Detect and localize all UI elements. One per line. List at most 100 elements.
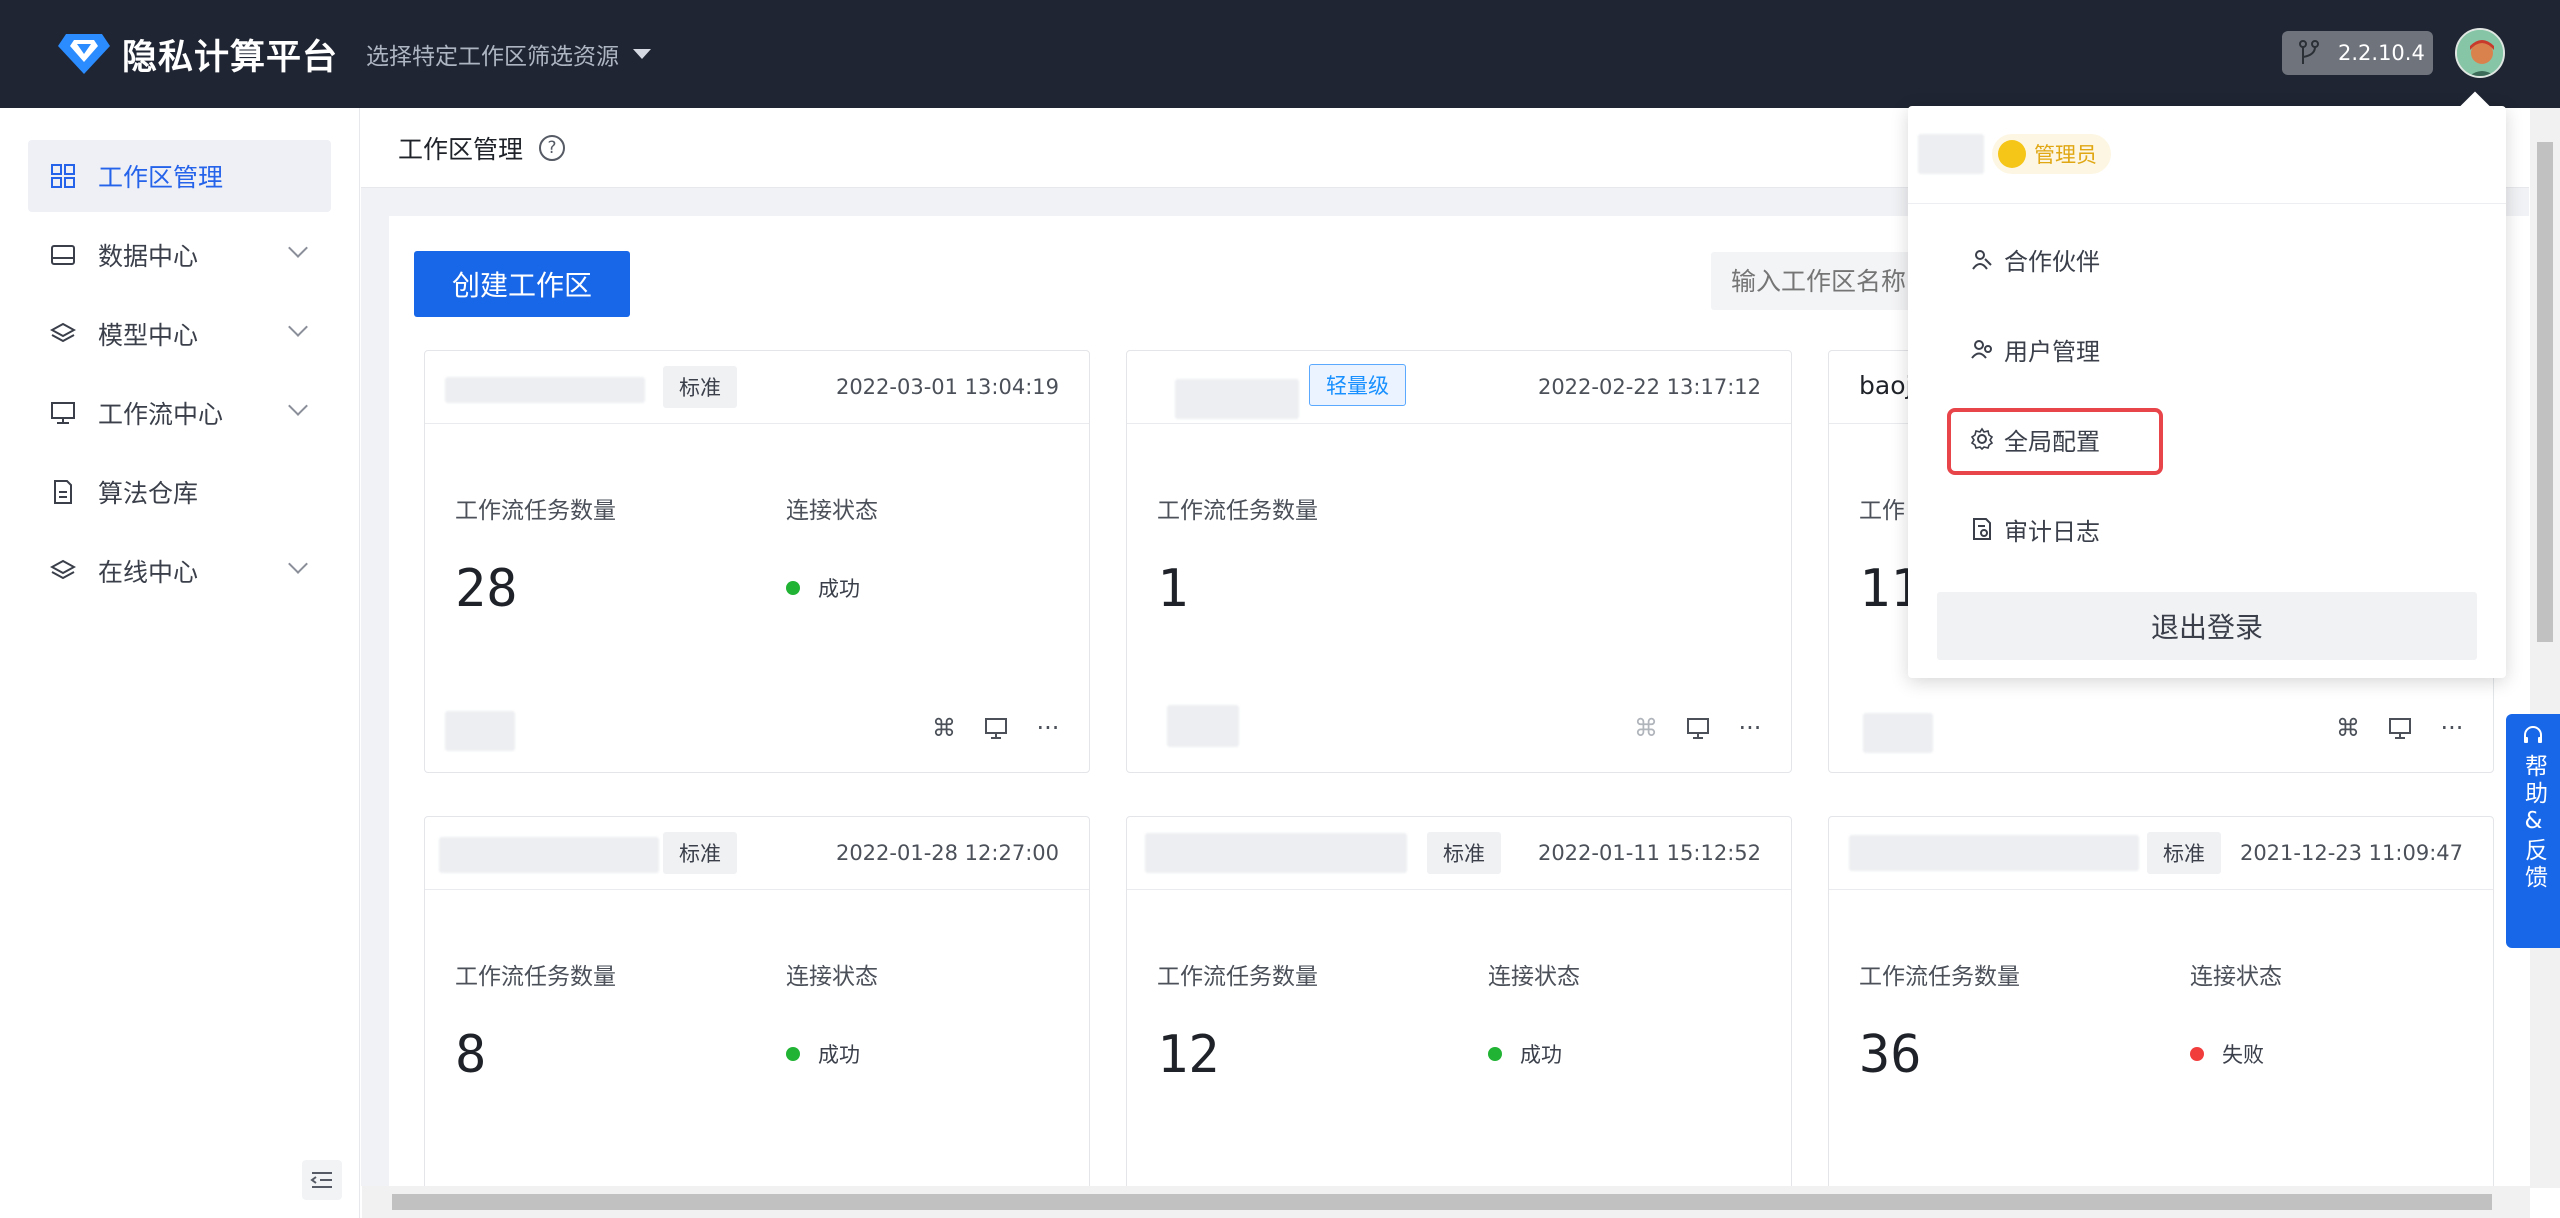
redacted-name	[1145, 833, 1407, 873]
sidebar-item-label: 模型中心	[98, 321, 199, 350]
monitor-icon[interactable]	[983, 715, 1009, 741]
more-icon[interactable]: ···	[2439, 714, 2465, 742]
status-text: 成功	[818, 1043, 860, 1067]
card-header: 标准 2022-01-28 12:27:00	[425, 817, 1089, 890]
workspace-selector[interactable]: 选择特定工作区筛选资源	[366, 37, 652, 71]
admin-role-badge: 管理员	[1992, 134, 2111, 174]
layers-icon	[50, 322, 76, 343]
audit-log-icon	[1973, 518, 1991, 540]
brand[interactable]: 隐私计算平台	[56, 29, 338, 80]
status-text: 成功	[1520, 1043, 1562, 1067]
sidebar-item-label: 在线中心	[98, 558, 199, 587]
chevron-down-icon	[288, 317, 308, 337]
menu-item-audit-log[interactable]: 审计日志	[1970, 501, 2100, 557]
create-workspace-button[interactable]: 创建工作区	[414, 251, 630, 317]
command-icon[interactable]: ⌘	[931, 714, 957, 742]
sidebar-item-workflow-center[interactable]: 工作流中心	[28, 377, 331, 449]
sidebar-item-workspace-management[interactable]: 工作区管理	[28, 140, 331, 212]
connection-status: 成功	[786, 573, 860, 603]
status-text: 成功	[818, 577, 860, 601]
version-badge: 2.2.10.4	[2282, 31, 2433, 75]
grid-icon	[51, 164, 75, 188]
workspace-card[interactable]: 标准 2022-01-11 15:12:52 工作流任务数量 连接状态 12 成…	[1126, 816, 1792, 1186]
monitor-icon[interactable]	[2387, 715, 2413, 741]
collapse-sidebar-button[interactable]	[302, 1160, 342, 1200]
connection-status: 成功	[786, 1039, 860, 1069]
task-count-value: 12	[1157, 1025, 1220, 1085]
command-icon[interactable]: ⌘	[1633, 714, 1659, 742]
sidebar-item-algorithm-repo[interactable]: 算法仓库	[28, 456, 331, 528]
chevron-down-icon	[288, 396, 308, 416]
created-time: 2022-01-11 15:12:52	[1537, 841, 1761, 865]
more-icon[interactable]: ···	[1737, 714, 1763, 742]
gear-icon	[1970, 427, 1994, 451]
sidebar-item-label: 数据中心	[98, 242, 199, 271]
task-count-label: 工作流任务数量	[455, 964, 616, 990]
scrollbar-thumb[interactable]	[2537, 142, 2553, 642]
page-title: 工作区管理	[398, 134, 524, 164]
status-dot-icon	[786, 581, 800, 595]
connection-status-label: 连接状态	[786, 964, 878, 990]
file-icon	[54, 480, 72, 504]
created-time: 2022-01-28 12:27:00	[835, 841, 1059, 865]
sidebar-item-model-center[interactable]: 模型中心	[28, 298, 331, 370]
sidebar-item-online-center[interactable]: 在线中心	[28, 535, 331, 607]
user-menu-dropdown: 管理员 合作伙伴 用户管理 全局配置 审计日志 退出登录	[1908, 91, 2506, 678]
workspace-card[interactable]: 标准 2021-12-23 11:09:47 工作流任务数量 连接状态 36 失…	[1828, 816, 2494, 1186]
redacted-owner	[1167, 705, 1239, 747]
top-bar: 隐私计算平台 选择特定工作区筛选资源 2.2.10.4	[0, 0, 2560, 108]
scrollbar-thumb[interactable]	[392, 1194, 2492, 1210]
menu-item-label: 审计日志	[2004, 517, 2100, 546]
monitor-icon	[51, 402, 75, 424]
task-count-label: 工作流任务数量	[1157, 498, 1318, 524]
created-time: 2021-12-23 11:09:47	[2239, 841, 2463, 865]
vertical-scrollbar[interactable]	[2530, 108, 2560, 1188]
users-icon	[1971, 340, 1992, 359]
caret-down-icon	[633, 49, 652, 59]
menu-item-label: 合作伙伴	[2004, 247, 2100, 276]
redacted-name	[445, 377, 645, 403]
redacted-name	[1849, 835, 2139, 871]
more-icon[interactable]: ···	[1035, 714, 1061, 742]
help-feedback-button[interactable]: 帮助&反馈	[2506, 714, 2560, 948]
user-avatar[interactable]	[2455, 28, 2505, 78]
connection-status: 失败	[2190, 1039, 2264, 1069]
menu-item-global-config[interactable]: 全局配置	[1970, 411, 2100, 467]
task-count-label: 工作	[1859, 498, 1905, 524]
git-branch-icon	[2299, 40, 2319, 64]
chevron-down-icon	[288, 554, 308, 574]
chevron-down-icon	[288, 238, 308, 258]
connection-status-label: 连接状态	[2190, 964, 2282, 990]
workspace-type-tag: 标准	[2147, 832, 2221, 874]
role-text: 管理员	[2034, 143, 2097, 167]
workspace-card[interactable]: 标准 2022-01-28 12:27:00 工作流任务数量 连接状态 8 成功	[424, 816, 1090, 1186]
logout-button[interactable]: 退出登录	[1937, 592, 2477, 660]
menu-fold-icon	[310, 1172, 332, 1188]
workspace-selector-label: 选择特定工作区筛选资源	[366, 44, 620, 70]
created-time: 2022-03-01 13:04:19	[835, 375, 1059, 399]
question-circle-icon[interactable]: ?	[539, 134, 566, 161]
status-dot-icon	[1488, 1047, 1502, 1061]
command-icon[interactable]: ⌘	[2335, 714, 2361, 742]
workspace-name: baoj	[1859, 371, 1913, 400]
card-header: 轻量级 2022-02-22 13:17:12	[1127, 351, 1791, 424]
task-count-value: 1	[1157, 559, 1189, 619]
card-actions: ⌘ ···	[2335, 714, 2465, 742]
connection-status-label: 连接状态	[1488, 964, 1580, 990]
card-actions: ⌘ ···	[931, 714, 1061, 742]
workspace-card[interactable]: 标准 2022-03-01 13:04:19 工作流任务数量 连接状态 28 成…	[424, 350, 1090, 773]
status-dot-icon	[2190, 1047, 2204, 1061]
sidebar-item-data-center[interactable]: 数据中心	[28, 219, 331, 291]
card-header: 标准 2021-12-23 11:09:47	[1829, 817, 2493, 890]
horizontal-scrollbar[interactable]	[362, 1186, 2530, 1218]
menu-item-user-management[interactable]: 用户管理	[1970, 321, 2100, 377]
task-count-value: 8	[455, 1025, 487, 1085]
workspace-card[interactable]: 轻量级 2022-02-22 13:17:12 工作流任务数量 1 ⌘ ···	[1126, 350, 1792, 773]
redacted-username	[1918, 134, 1984, 174]
task-count-value: 28	[455, 559, 518, 619]
sidebar: 工作区管理 数据中心 模型中心 工作流中心 算法仓库 在线中心	[0, 108, 360, 1218]
monitor-icon[interactable]	[1685, 715, 1711, 741]
menu-item-partners[interactable]: 合作伙伴	[1970, 231, 2100, 287]
sidebar-item-label: 工作流中心	[98, 400, 224, 429]
menu-item-label: 全局配置	[2004, 427, 2100, 456]
